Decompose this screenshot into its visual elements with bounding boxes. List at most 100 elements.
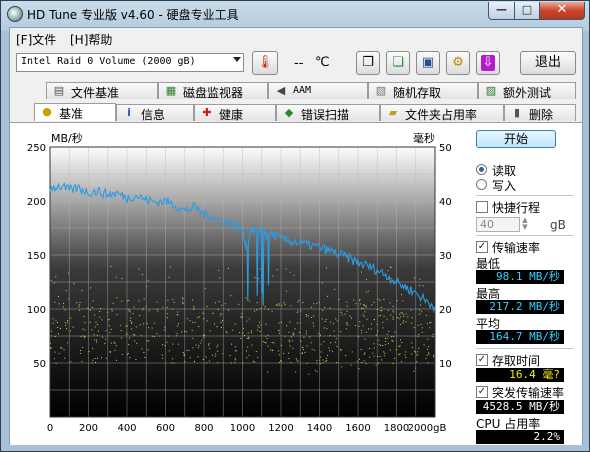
- menu-file[interactable]: [F]文件: [16, 31, 56, 48]
- access-time-point: [204, 335, 206, 337]
- access-time-point: [235, 359, 237, 361]
- tab-info[interactable]: i 信息: [116, 104, 194, 122]
- access-time-point: [350, 364, 352, 366]
- access-time-point: [276, 304, 278, 306]
- access-time-point: [246, 357, 248, 359]
- access-time-point: [202, 359, 204, 360]
- minimize-icon: —: [496, 3, 507, 16]
- access-time-point: [113, 341, 115, 343]
- short-stroke-input[interactable]: 40: [476, 217, 520, 232]
- options-button[interactable]: ⚙: [446, 51, 470, 75]
- access-time-point: [218, 269, 220, 271]
- access-time-point: [139, 324, 141, 326]
- access-time-point: [217, 344, 219, 346]
- access-time-point: [254, 277, 256, 279]
- tab-folder-usage[interactable]: ▰ 文件夹占用率: [380, 104, 504, 122]
- access-time-point: [385, 340, 387, 342]
- title-bar[interactable]: HD Tune 专业版 v4.60 - 硬盘专业工具 — □ ✕: [1, 1, 589, 27]
- access-time-point: [146, 340, 148, 342]
- exit-button[interactable]: 退出: [520, 51, 576, 75]
- menu-help[interactable]: [H]帮助: [70, 31, 112, 48]
- access-time-point: [205, 356, 207, 358]
- temperature-button[interactable]: 🌡: [252, 51, 278, 75]
- access-time-point: [143, 352, 145, 353]
- access-time-point: [116, 359, 117, 361]
- tab-benchmark[interactable]: ● 基准: [34, 103, 116, 121]
- access-time-point: [340, 331, 342, 333]
- access-time-point: [275, 304, 277, 306]
- access-time-point: [240, 338, 242, 339]
- start-button[interactable]: 开始: [476, 130, 556, 148]
- x-tick-label: 2000gB: [408, 423, 447, 434]
- download-button[interactable]: ⇩: [476, 51, 500, 75]
- access-time-point: [166, 317, 168, 319]
- access-time-point: [257, 329, 259, 331]
- access-time-point: [281, 345, 282, 347]
- access-time-point: [186, 318, 188, 320]
- access-time-point: [248, 354, 250, 356]
- tab-random-access[interactable]: ▧ 随机存取: [368, 82, 478, 100]
- access-time-point: [416, 354, 418, 356]
- access-time-point: [267, 334, 269, 336]
- transfer-rate-checkbox[interactable]: ✓: [476, 241, 488, 253]
- y-tick-label: 250: [27, 143, 46, 154]
- tab-disk-monitor[interactable]: ▦ 磁盘监视器: [158, 82, 268, 100]
- transfer-rate-label: 传输速率: [492, 241, 541, 255]
- access-time-point: [326, 328, 328, 330]
- access-time-point: [185, 331, 187, 333]
- minimize-button[interactable]: —: [488, 2, 515, 20]
- access-time-point: [50, 335, 52, 337]
- access-time-point: [398, 354, 400, 356]
- cpu-usage-value: 2.2%: [476, 430, 564, 444]
- access-time-point: [84, 336, 86, 338]
- save-button[interactable]: ▣: [416, 51, 440, 75]
- access-time-point: [94, 358, 96, 359]
- access-time-point: [267, 371, 269, 373]
- tab-file-benchmark[interactable]: ▤ 文件基准: [46, 82, 158, 100]
- maximize-button[interactable]: □: [514, 2, 540, 20]
- access-time-point: [142, 309, 143, 311]
- access-time-point: [375, 364, 377, 366]
- access-time-point: [177, 314, 179, 316]
- access-time-point: [383, 315, 385, 317]
- tab-extra-tests[interactable]: ▨ 额外测试: [478, 82, 576, 100]
- access-time-point: [128, 310, 130, 312]
- access-time-point: [426, 323, 428, 324]
- access-time-point: [356, 360, 358, 362]
- access-time-point: [280, 360, 282, 362]
- short-stroke-spinner[interactable]: ▲ ▼: [520, 217, 530, 232]
- write-radio[interactable]: [476, 179, 487, 190]
- x-tick-label: 400: [117, 423, 136, 434]
- tab-error-scan[interactable]: ◆ 错误扫描: [276, 104, 380, 122]
- drive-select[interactable]: Intel Raid 0 Volume (2000 gB): [16, 53, 244, 72]
- access-time-point: [298, 299, 300, 301]
- access-time-point: [139, 314, 141, 316]
- access-time-point: [328, 347, 330, 349]
- access-time-point: [300, 310, 302, 312]
- app-icon: [7, 6, 23, 22]
- access-time-point: [92, 359, 94, 361]
- tab-health[interactable]: ✚ 健康: [194, 104, 276, 122]
- access-time-point: [217, 362, 219, 364]
- access-time-point: [289, 341, 291, 343]
- close-button[interactable]: ✕: [539, 2, 585, 20]
- access-time-point: [250, 330, 252, 332]
- copy-screenshot-button[interactable]: ❏: [386, 51, 410, 75]
- access-time-point: [284, 335, 286, 337]
- tab-aam[interactable]: ◀ AAM: [268, 82, 368, 99]
- access-time-point: [172, 299, 174, 300]
- access-time-point: [82, 346, 83, 348]
- access-time-point: [203, 318, 204, 320]
- tab-erase[interactable]: ▮ 删除: [504, 104, 576, 122]
- burst-rate-checkbox[interactable]: ✓: [476, 386, 488, 398]
- access-time-checkbox[interactable]: ✓: [476, 354, 488, 366]
- access-time-point: [257, 325, 259, 327]
- copy-info-button[interactable]: ❐: [356, 51, 380, 75]
- close-icon: ✕: [556, 2, 568, 17]
- access-time-point: [242, 332, 244, 334]
- access-time-point: [217, 309, 219, 310]
- read-radio[interactable]: [476, 164, 487, 175]
- short-stroke-checkbox[interactable]: [476, 201, 488, 213]
- access-time-point: [323, 327, 325, 329]
- access-time-point: [197, 356, 199, 358]
